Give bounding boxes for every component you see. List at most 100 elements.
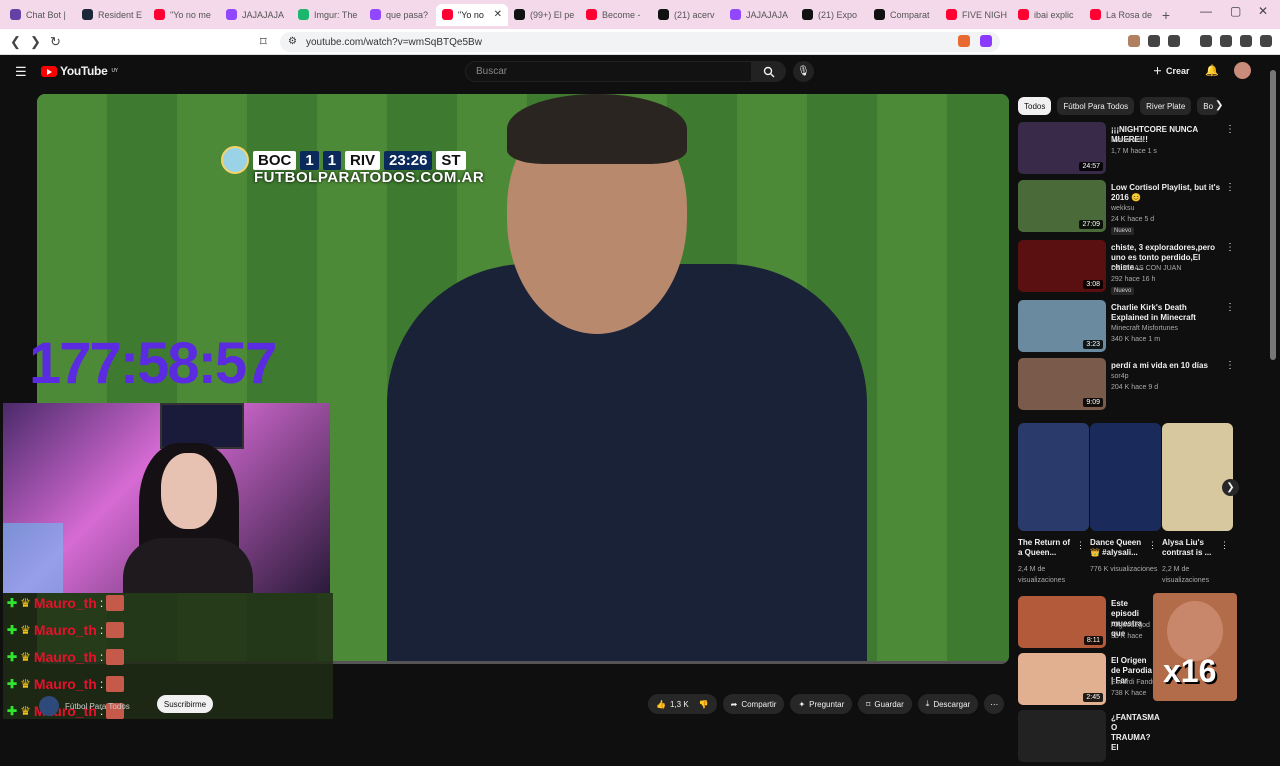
video-channel[interactable]: wekksu — [1111, 205, 1134, 212]
brave-rewards-icon[interactable] — [980, 35, 992, 47]
like-button[interactable]: 👍 1,3 K 👎 — [648, 694, 717, 714]
short-title[interactable]: Dance Queen 👑 #alysali... — [1090, 538, 1146, 558]
browser-tab[interactable]: "Yo no ✕ — [436, 3, 508, 26]
more-options-icon[interactable]: ⋮ — [1225, 182, 1235, 193]
browser-tab[interactable]: (21) Expo — [796, 4, 868, 26]
reload-icon[interactable]: ↻ — [50, 34, 61, 50]
url-field[interactable]: ⚙ youtube.com/watch?v=wmSqBTQe5Bw — [280, 32, 1000, 52]
recommendation-item[interactable]: 24:57 ¡¡¡NIGHTCORE NUNCA MUERE!!! luvmamim… — [1018, 122, 1258, 178]
tab-label: Become - — [602, 9, 641, 20]
filter-chip[interactable]: Todos — [1018, 97, 1052, 115]
channel-name[interactable]: Fútbol Para Todos — [65, 702, 130, 711]
minimize-icon[interactable]: — — [1200, 4, 1212, 18]
filter-chip[interactable]: River Plate — [1140, 97, 1192, 115]
browser-tab[interactable]: Imgur: The — [292, 4, 364, 26]
video-title[interactable]: ¿FANTASMA O TRAUMA? El — [1111, 713, 1159, 753]
video-channel[interactable]: luvmamimi — [1111, 137, 1144, 144]
more-options-icon[interactable]: ⋮ — [1225, 124, 1235, 135]
short-thumbnail[interactable] — [1018, 423, 1089, 531]
scrollbar-thumb[interactable] — [1270, 70, 1276, 360]
menu-icon[interactable] — [1260, 35, 1272, 47]
bookmark-icon[interactable]: ⌑ — [260, 34, 267, 50]
create-button[interactable]: ＋ Crear — [1153, 64, 1190, 77]
forward-icon[interactable]: ❯ — [30, 34, 41, 50]
maximize-icon[interactable]: ▢ — [1230, 4, 1241, 18]
video-thumbnail[interactable]: 9:09 — [1018, 358, 1106, 410]
recommendation-item[interactable]: 9:09 perdí a mi vida en 10 días sor4p 204 K… — [1018, 358, 1258, 414]
browser-tab[interactable]: Become - — [580, 4, 652, 26]
browser-tab[interactable]: JAJAJAJA — [220, 4, 292, 26]
recommendation-item[interactable]: 3:23 Charlie Kirk's Death Explained in Mi… — [1018, 300, 1258, 356]
video-channel[interactable]: Minecraft Misfortunes — [1111, 325, 1178, 332]
short-title[interactable]: The Return of a Queen... — [1018, 538, 1074, 558]
browser-tab[interactable]: La Rosa de — [1084, 4, 1156, 26]
back-icon[interactable]: ❮ — [10, 34, 21, 50]
channel-avatar[interactable] — [39, 696, 59, 716]
extension-icon[interactable] — [1128, 35, 1140, 47]
browser-tab[interactable]: (21) acerv — [652, 4, 724, 26]
brave-shields-icon[interactable] — [958, 35, 970, 47]
video-channel[interactable]: DE RISAS CON JUAN — [1111, 265, 1181, 272]
recommendation-item[interactable]: 27:09 Low Cortisol Playlist, but it's 201… — [1018, 180, 1258, 236]
close-window-icon[interactable]: ✕ — [1258, 4, 1268, 18]
browser-tab[interactable]: Chat Bot | — [4, 4, 76, 26]
extensions-puzzle-icon[interactable] — [1148, 35, 1160, 47]
hamburger-menu-icon[interactable]: ☰ — [15, 64, 27, 80]
more-options-icon[interactable]: ⋮ — [1225, 302, 1235, 313]
video-channel[interactable]: sor4p — [1111, 373, 1129, 380]
video-title[interactable]: Charlie Kirk's Death Explained in Minecr… — [1111, 303, 1223, 323]
thumbs-down-icon[interactable]: 👎 — [699, 700, 709, 709]
close-tab-icon[interactable]: ✕ — [494, 9, 502, 20]
video-thumbnail[interactable]: 3:23 — [1018, 300, 1106, 352]
video-channel[interactable]: Allgood2god — [1111, 622, 1150, 629]
video-thumbnail[interactable]: 27:09 — [1018, 180, 1106, 232]
browser-tab[interactable]: que pasa? — [364, 4, 436, 26]
short-thumbnail[interactable] — [1090, 423, 1161, 531]
search-input[interactable]: Buscar — [465, 61, 752, 82]
notifications-icon[interactable]: 🔔 — [1205, 64, 1219, 77]
wallet-icon[interactable] — [1220, 35, 1232, 47]
video-title[interactable]: perdí a mi vida en 10 días — [1111, 361, 1223, 371]
short-title[interactable]: Alysa Liu's contrast is ... — [1162, 538, 1218, 558]
filter-chip[interactable]: Fútbol Para Todos — [1057, 97, 1135, 115]
share-button[interactable]: ➦ Compartir — [722, 694, 785, 714]
browser-tab[interactable]: Comparat — [868, 4, 940, 26]
subscribe-button[interactable]: Suscribirme — [157, 695, 213, 713]
browser-tab[interactable]: (99+) El pe — [508, 4, 580, 26]
video-thumbnail[interactable]: 8:11 — [1018, 596, 1106, 648]
browser-tab[interactable]: Resident E — [76, 4, 148, 26]
browser-tab[interactable]: JAJAJAJA — [724, 4, 796, 26]
browser-tab[interactable]: ibai explic — [1012, 4, 1084, 26]
video-actions: 👍 1,3 K 👎 ➦ Compartir ✦ Preguntar ⌑ Guar… — [648, 694, 1005, 714]
save-button[interactable]: ⌑ Guardar — [858, 694, 912, 714]
more-options-icon[interactable]: ⋮ — [1076, 540, 1085, 551]
media-icon[interactable] — [1200, 35, 1212, 47]
browser-tab[interactable]: FIVE NIGH — [940, 4, 1012, 26]
video-thumbnail[interactable]: 2:45 — [1018, 653, 1106, 705]
more-options-icon[interactable]: ⋮ — [1148, 540, 1157, 551]
avatar[interactable] — [1234, 62, 1251, 79]
video-thumbnail[interactable] — [1018, 710, 1106, 762]
browser-tab[interactable]: "Yo no me — [148, 4, 220, 26]
recommendation-item[interactable]: 3:08 chiste, 3 exploradores,pero uno es t… — [1018, 240, 1258, 296]
chevron-right-icon[interactable]: ❯ — [1215, 100, 1223, 111]
more-actions-button[interactable]: ⋯ — [984, 694, 1005, 714]
recommendation-item[interactable]: ¿FANTASMA O TRAUMA? El — [1018, 710, 1258, 766]
video-thumbnail[interactable]: 24:57 — [1018, 122, 1106, 174]
ask-button[interactable]: ✦ Preguntar — [790, 694, 853, 714]
sidebar-icon[interactable] — [1168, 35, 1180, 47]
short-thumbnail[interactable] — [1162, 423, 1233, 531]
shorts-next-icon[interactable]: ❯ — [1222, 479, 1239, 496]
youtube-logo[interactable]: YouTube UY — [41, 64, 118, 78]
more-options-icon[interactable]: ⋮ — [1225, 360, 1235, 371]
site-info-icon[interactable]: ⚙ — [288, 36, 297, 47]
new-tab-icon[interactable]: + — [1156, 7, 1176, 23]
video-title[interactable]: Low Cortisol Playlist, but it's 2016 😊 — [1111, 183, 1223, 203]
search-button[interactable] — [752, 61, 786, 82]
download-button[interactable]: ⤓ Descargar — [917, 694, 979, 714]
mic-icon[interactable]: 🎙 — [793, 61, 814, 82]
more-options-icon[interactable]: ⋮ — [1225, 242, 1235, 253]
leo-ai-icon[interactable] — [1240, 35, 1252, 47]
video-thumbnail[interactable]: 3:08 — [1018, 240, 1106, 292]
more-options-icon[interactable]: ⋮ — [1220, 540, 1229, 551]
